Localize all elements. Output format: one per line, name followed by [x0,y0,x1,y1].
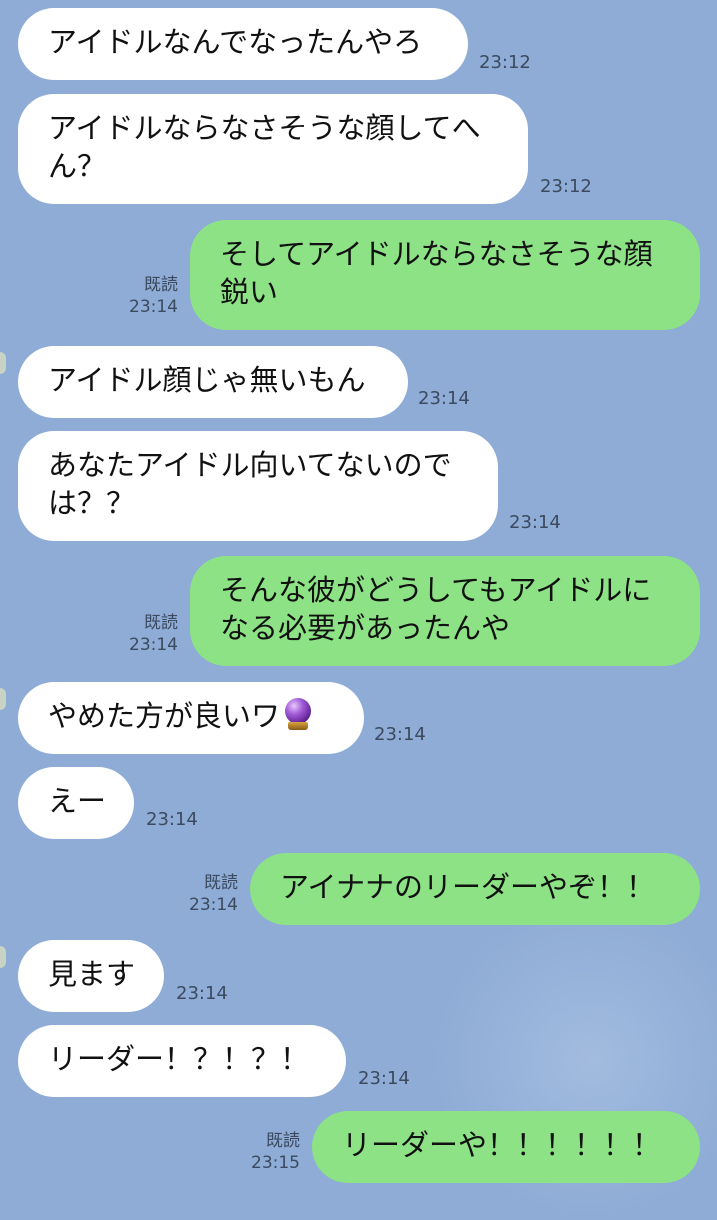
outgoing-message[interactable]: アイナナのリーダーやぞ！！ [250,853,700,925]
outgoing-message[interactable]: そんな彼がどうしてもアイドルに なる必要があったんや [190,556,700,666]
message-meta: 既読 23:14 [178,872,238,916]
message-text-line-1: アイドルならなさそうな顔してへ [48,111,481,145]
read-receipt: 既読 [144,613,178,633]
message-text-line-1: そんな彼がどうしてもアイドルに [220,573,652,607]
read-receipt: 既読 [266,1131,300,1151]
message-time: 23:14 [176,983,228,1004]
message-time: 23:14 [146,809,198,830]
message-time: 23:14 [358,1068,410,1089]
avatar[interactable] [0,352,6,374]
message-time: 23:14 [509,512,561,533]
message-time: 23:14 [129,635,178,655]
message-text: リーダー！？！？！ [48,1042,310,1076]
incoming-message[interactable]: 見ます [18,940,164,1012]
message-meta: 既読 23:14 [118,274,178,318]
read-receipt: 既読 [204,873,238,893]
message-text: えー [48,784,107,818]
message-time: 23:14 [129,297,178,317]
message-text-line-2: は？？ [48,486,136,520]
outgoing-message[interactable]: リーダーや！！！！！！ [312,1111,700,1183]
message-time: 23:14 [189,895,238,915]
incoming-message[interactable]: アイドルなんでなったんやろ [18,8,468,80]
incoming-message[interactable]: リーダー！？！？！ [18,1025,346,1097]
message-text-line-1: あなたアイドル向いてないので [48,448,452,482]
message-text: アイドルなんでなったんやろ [48,25,423,59]
incoming-message[interactable]: やめた方が良いワ [18,682,364,754]
incoming-message[interactable]: アイドル顔じゃ無いもん [18,346,408,418]
message-time: 23:14 [418,388,470,409]
message-time: 23:12 [540,176,592,197]
message-time: 23:15 [251,1153,300,1173]
message-text-line-2: なる必要があったんや [220,611,511,645]
incoming-message[interactable]: アイドルならなさそうな顔してへ ん？ [18,94,528,204]
crystal-ball-icon [284,698,312,732]
incoming-message[interactable]: えー [18,767,134,839]
message-text: アイドル顔じゃ無いもん [48,363,366,397]
message-text-line-2: ん？ [48,149,107,183]
message-text: アイナナのリーダーやぞ！！ [280,870,655,904]
message-meta: 既読 23:15 [240,1130,300,1174]
message-time: 23:14 [374,724,426,745]
message-text-line-2: 鋭い [220,275,279,309]
outgoing-message[interactable]: そしてアイドルならなさそうな顔 鋭い [190,220,700,330]
avatar[interactable] [0,946,6,968]
message-meta: 既読 23:14 [118,612,178,656]
message-text-line-1: そしてアイドルならなさそうな顔 [220,237,653,271]
message-text: 見ます [48,957,136,991]
avatar[interactable] [0,688,6,710]
message-time: 23:12 [479,52,531,73]
incoming-message[interactable]: あなたアイドル向いてないので は？？ [18,431,498,541]
message-text: やめた方が良いワ [48,699,281,733]
read-receipt: 既読 [144,275,178,295]
message-text: リーダーや！！！！！！ [342,1128,662,1162]
